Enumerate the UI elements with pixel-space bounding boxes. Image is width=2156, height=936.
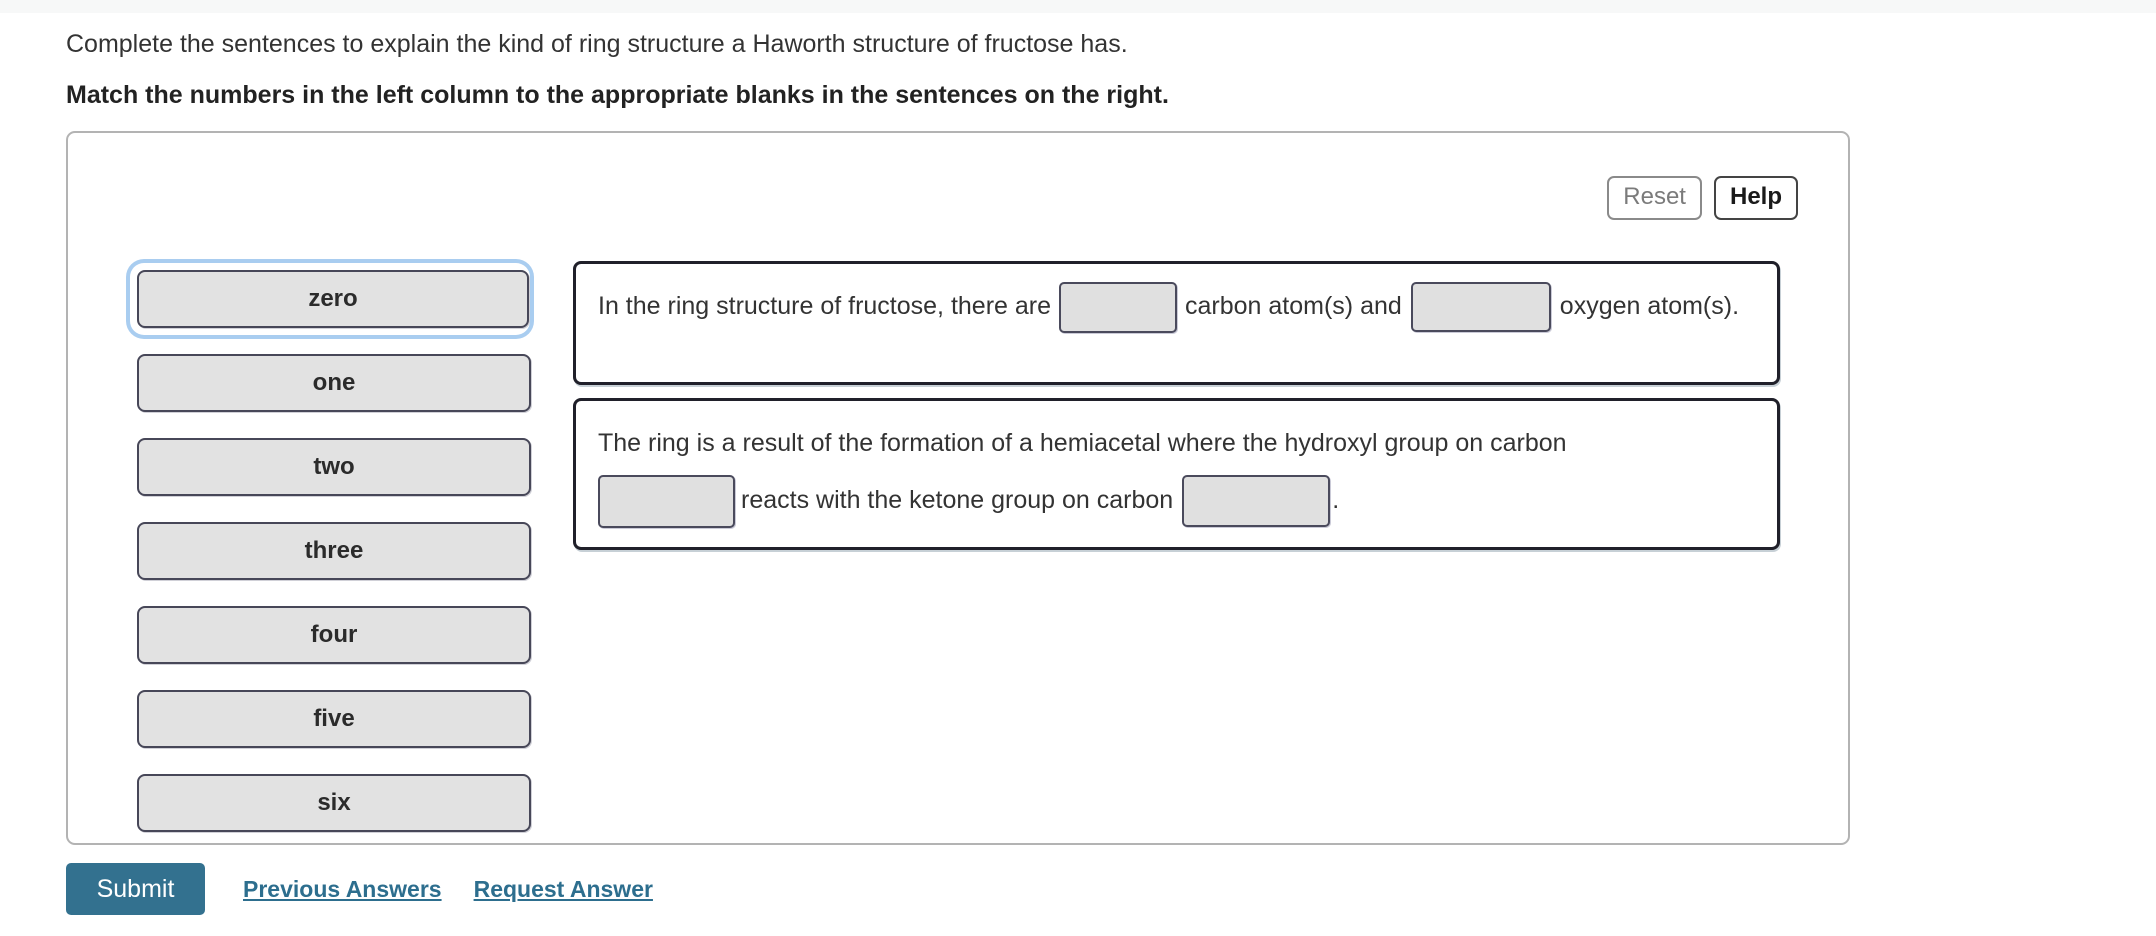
- choice-tile-one[interactable]: one: [137, 354, 531, 412]
- choice-tile-two[interactable]: two: [137, 438, 531, 496]
- drop-blank-oxygen-count[interactable]: [1410, 282, 1551, 333]
- sentence-card-2: The ring is a result of the formation of…: [573, 398, 1780, 550]
- choice-tile-label: zero: [308, 285, 358, 312]
- choice-tile-label: three: [304, 537, 364, 564]
- panel-toolbar: Reset Help: [1607, 176, 1798, 220]
- sentence-column: In the ring structure of fructose, there…: [573, 261, 1783, 550]
- prompt-instruction: Match the numbers in the left column to …: [66, 81, 1169, 109]
- choice-tile-label: four: [310, 621, 358, 648]
- exercise-panel: Reset Help zero one two three four five …: [66, 131, 1850, 845]
- choice-tile-label: two: [313, 453, 355, 480]
- submit-button[interactable]: Submit: [66, 863, 205, 915]
- choice-tile-label: six: [317, 789, 351, 816]
- sentence-2-fragment-3: .: [1332, 486, 1340, 514]
- top-bar-strip: [0, 0, 2156, 13]
- sentence-2-fragment-1: The ring is a result of the formation of…: [598, 429, 1567, 457]
- choice-tile-four[interactable]: four: [137, 606, 531, 664]
- choice-tile-label: five: [313, 705, 355, 732]
- choice-wrapper-six: six: [130, 767, 531, 839]
- sentence-1-fragment-3: oxygen atom(s).: [1559, 292, 1740, 320]
- sentence-card-1: In the ring structure of fructose, there…: [573, 261, 1780, 385]
- drop-blank-carbon-count[interactable]: [1059, 281, 1178, 333]
- choice-tile-label: one: [312, 369, 356, 396]
- footer-actions: Submit Previous Answers Request Answer: [66, 863, 653, 915]
- choice-wrapper-zero: zero: [130, 263, 530, 335]
- choice-wrapper-two: two: [130, 431, 531, 503]
- sentence-2-fragment-2: reacts with the ketone group on carbon: [741, 486, 1174, 514]
- sentence-1-fragment-2: carbon atom(s) and: [1185, 292, 1402, 320]
- previous-answers-link[interactable]: Previous Answers: [243, 876, 442, 903]
- reset-button[interactable]: Reset: [1607, 176, 1702, 220]
- sentence-2-text: The ring is a result of the formation of…: [598, 415, 1755, 529]
- choice-wrapper-one: one: [130, 347, 531, 419]
- drop-blank-ketone-carbon[interactable]: [1182, 475, 1331, 528]
- choice-bank: zero one two three four five six: [130, 263, 531, 839]
- choice-tile-five[interactable]: five: [137, 690, 531, 748]
- choice-wrapper-four: four: [130, 599, 531, 671]
- help-button[interactable]: Help: [1713, 176, 1798, 220]
- sentence-1-text: In the ring structure of fructose, there…: [598, 278, 1755, 335]
- choice-tile-three[interactable]: three: [137, 522, 531, 580]
- prompt-description: Complete the sentences to explain the ki…: [66, 30, 1128, 58]
- choice-wrapper-five: five: [130, 683, 531, 755]
- drop-blank-hydroxyl-carbon[interactable]: [598, 474, 735, 528]
- request-answer-link[interactable]: Request Answer: [474, 876, 653, 903]
- choice-tile-zero[interactable]: zero: [137, 270, 529, 328]
- choice-wrapper-three: three: [130, 515, 531, 587]
- choice-tile-six[interactable]: six: [137, 774, 531, 832]
- sentence-1-fragment-1: In the ring structure of fructose, there…: [598, 292, 1052, 320]
